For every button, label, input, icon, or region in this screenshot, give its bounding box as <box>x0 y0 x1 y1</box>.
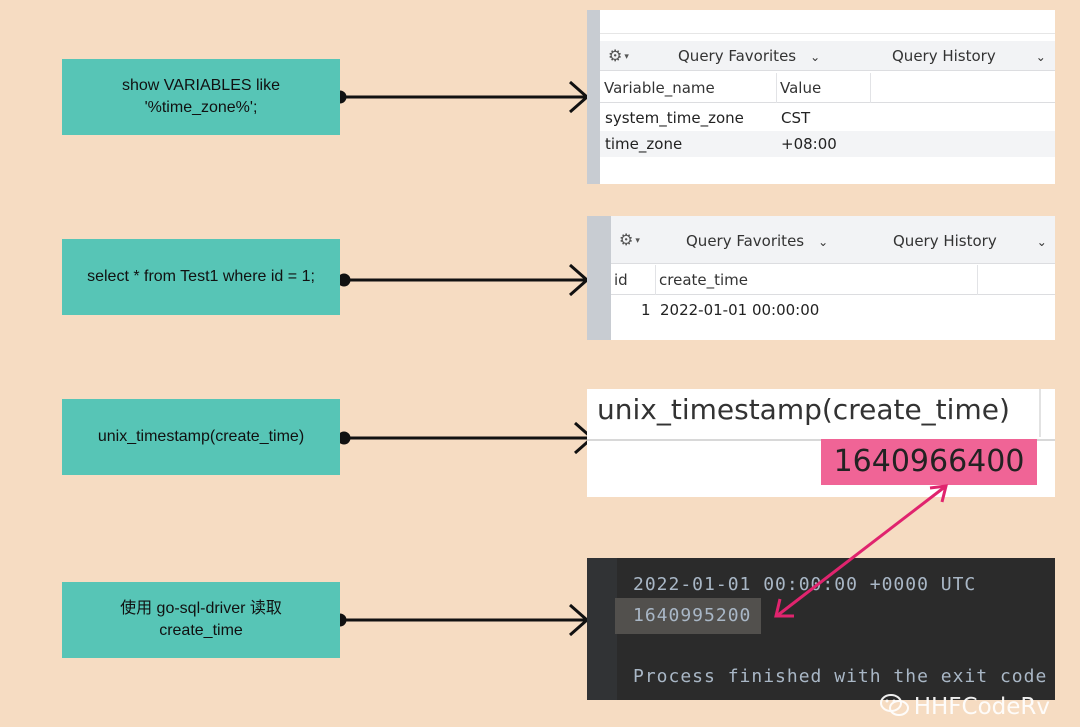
arrow-step-2 <box>337 263 590 297</box>
unix-timestamp-panel: unix_timestamp(create_time) 1640966400 <box>587 389 1055 497</box>
cell-id: 1 <box>641 301 651 319</box>
chevron-down-icon: ⌄ <box>810 50 821 64</box>
console-output-panel: ​ 2022-01-01 00:00:00 +0000 UTC 16409952… <box>587 558 1055 700</box>
query-history-label: Query History <box>893 232 997 250</box>
step-3-label: unix_timestamp(create_time) <box>97 428 305 445</box>
table-row[interactable]: 1 2022-01-01 00:00:00 <box>611 297 1055 323</box>
column-divider[interactable] <box>776 73 777 103</box>
step-4-label: 使用 go-sql-driver 读取 create_time <box>120 600 282 639</box>
watermark-text: HHFCodeRv <box>913 694 1050 720</box>
query-history-label: Query History <box>892 47 996 65</box>
watermark: HHFCodeRv <box>879 693 1050 723</box>
column-divider[interactable] <box>870 73 871 103</box>
query-toolbar: ⚙ ▾ Query Favorites ⌄ Query History ⌄ <box>611 216 1055 264</box>
chevron-down-icon: ⌄ <box>1035 50 1046 64</box>
cell-value: +08:00 <box>781 135 837 153</box>
column-header-value[interactable]: Value <box>780 79 821 97</box>
table-row[interactable]: time_zone +08:00 <box>600 131 1055 157</box>
console-gutter <box>587 558 617 700</box>
query-history-button[interactable]: Query History ⌄ <box>893 232 1047 250</box>
column-header-variable-name[interactable]: Variable_name <box>604 79 715 97</box>
query-favorites-label: Query Favorites <box>678 47 797 65</box>
wechat-icon <box>879 693 910 723</box>
chevron-down-icon: ⌄ <box>1036 235 1047 249</box>
select-result-panel: ⚙ ▾ Query Favorites ⌄ Query History ⌄ id cr… <box>587 216 1055 340</box>
variables-result-panel: ⚙ ▾ Query Favorites ⌄ Query History ⌄ Varia… <box>587 10 1055 184</box>
query-favorites-label: Query Favorites <box>686 232 805 250</box>
cell-value: CST <box>781 109 811 127</box>
panel-left-bar <box>587 10 600 184</box>
step-1-query-box: show VARIABLES like '%time_zone%'; <box>62 59 340 135</box>
column-divider <box>1039 389 1041 437</box>
gear-icon[interactable]: ⚙ ▾ <box>608 46 629 65</box>
panel-left-bar <box>587 216 611 340</box>
step-1-label: show VARIABLES like '%time_zone%'; <box>122 77 280 116</box>
gear-icon[interactable]: ⚙ ▾ <box>619 230 640 249</box>
table-header: Variable_name Value <box>600 73 1055 103</box>
arrow-step-3 <box>337 421 595 455</box>
query-history-button[interactable]: Query History ⌄ <box>892 47 1046 65</box>
column-header-id[interactable]: id <box>614 271 628 289</box>
query-favorites-button[interactable]: Query Favorites ⌄ <box>678 47 820 65</box>
arrow-step-1 <box>333 80 590 114</box>
console-line-datetime: 2022-01-01 00:00:00 +0000 UTC <box>633 574 977 595</box>
step-2-label: select * from Test1 where id = 1; <box>87 268 315 285</box>
column-divider[interactable] <box>655 265 656 295</box>
cell-variable-name: time_zone <box>605 135 683 153</box>
panel-top-strip <box>600 10 1055 34</box>
step-2-query-box: select * from Test1 where id = 1; <box>62 239 340 315</box>
table-row[interactable]: system_time_zone CST <box>600 105 1055 131</box>
chevron-down-icon: ⌄ <box>818 235 829 249</box>
column-header-create-time[interactable]: create_time <box>659 271 748 289</box>
column-divider[interactable] <box>977 265 978 295</box>
cell-variable-name: system_time_zone <box>605 109 744 127</box>
query-toolbar: ⚙ ▾ Query Favorites ⌄ Query History ⌄ <box>600 41 1055 71</box>
highlighted-timestamp-value: 1640966400 <box>821 439 1037 485</box>
arrow-step-4 <box>333 603 590 637</box>
column-header-unix-timestamp[interactable]: unix_timestamp(create_time) <box>597 393 1010 426</box>
table-header: id create_time <box>611 265 1055 295</box>
cell-create-time: 2022-01-01 00:00:00 <box>660 301 820 319</box>
query-favorites-button[interactable]: Query Favorites ⌄ <box>686 232 828 250</box>
console-line-process-finished: Process finished with the exit code 0 <box>633 666 1055 687</box>
step-3-query-box: unix_timestamp(create_time) <box>62 399 340 475</box>
step-4-query-box: 使用 go-sql-driver 读取 create_time <box>62 582 340 658</box>
console-line-timestamp: 1640995200 <box>633 605 752 626</box>
